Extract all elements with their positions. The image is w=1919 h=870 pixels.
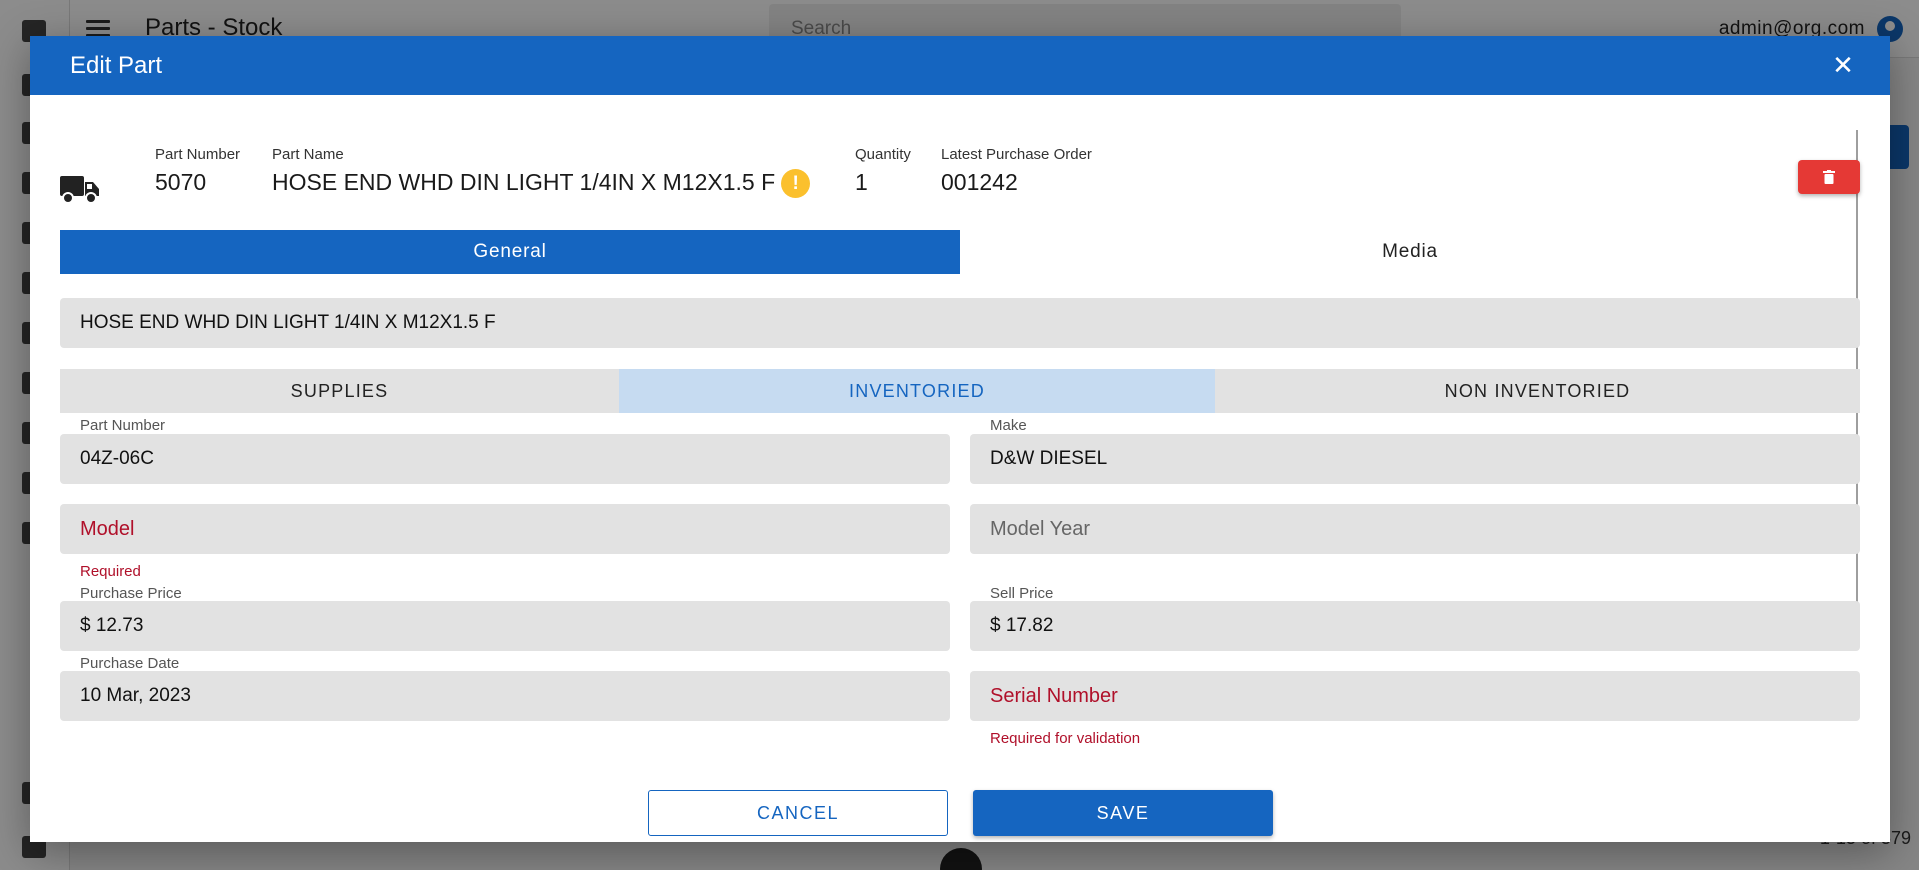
close-icon[interactable]: ✕ [1826,48,1860,82]
delete-button[interactable] [1798,160,1860,194]
edit-part-dialog: Edit Part ✕ Part Number 5070 Part Name H… [30,36,1890,842]
serial-number-input[interactable]: Serial Number [970,671,1860,721]
summary-part-number: Part Number 5070 [155,146,240,196]
summary-quantity: Quantity 1 [855,146,911,196]
part-type-toggle: SUPPLIES INVENTORIED NON INVENTORIED [60,369,1860,413]
part-name-input[interactable]: HOSE END WHD DIN LIGHT 1/4IN X M12X1.5 F [60,298,1860,348]
purchase-price-input[interactable]: $ 12.73 [60,601,950,651]
sell-price-input[interactable]: $ 17.82 [970,601,1860,651]
type-inventoried-button[interactable]: INVENTORIED [619,369,1215,413]
dialog-tabs: General Media [60,230,1860,274]
summary-quantity-label: Quantity [855,146,911,163]
purchase-date-label: Purchase Date [80,655,180,672]
type-non-inventoried-button[interactable]: NON INVENTORIED [1215,369,1860,413]
warning-icon[interactable]: ! [781,169,811,199]
summary-purchase-order: Latest Purchase Order 001242 [941,146,1092,196]
make-input[interactable]: D&W DIESEL [970,434,1860,484]
summary-quantity-value: 1 [855,169,868,195]
truck-icon [60,176,99,204]
part-number-input[interactable]: 04Z-06C [60,434,950,484]
cancel-button[interactable]: CANCEL [648,790,948,836]
model-input[interactable]: Model [60,504,950,554]
part-number-label: Part Number [80,417,166,434]
save-button[interactable]: SAVE [973,790,1273,836]
serial-number-error-text: Required for validation [990,730,1141,747]
summary-part-number-label: Part Number [155,146,241,163]
summary-po-label: Latest Purchase Order [941,146,1092,163]
model-year-input[interactable]: Model Year [970,504,1860,554]
part-summary: Part Number 5070 Part Name HOSE END WHD … [60,146,1860,216]
summary-po-value: 001242 [941,169,1018,195]
summary-part-name: Part Name HOSE END WHD DIN LIGHT 1/4IN X… [272,146,811,199]
type-supplies-button[interactable]: SUPPLIES [60,369,619,413]
sell-price-label: Sell Price [990,585,1054,602]
tab-general[interactable]: General [60,230,960,274]
summary-part-name-row: HOSE END WHD DIN LIGHT 1/4IN X M12X1.5 F… [272,169,811,199]
summary-part-name-label: Part Name [272,146,344,163]
purchase-date-input[interactable]: 10 Mar, 2023 [60,671,950,721]
model-error-text: Required [80,563,141,580]
trash-icon [1823,170,1835,184]
tab-media[interactable]: Media [960,230,1860,274]
summary-part-number-value: 5070 [155,169,207,195]
dialog-title: Edit Part [70,52,163,79]
summary-part-name-value: HOSE END WHD DIN LIGHT 1/4IN X M12X1.5 F [272,169,776,195]
make-label: Make [990,417,1027,434]
dialog-header: Edit Part ✕ [30,36,1890,95]
purchase-price-label: Purchase Price [80,585,182,602]
